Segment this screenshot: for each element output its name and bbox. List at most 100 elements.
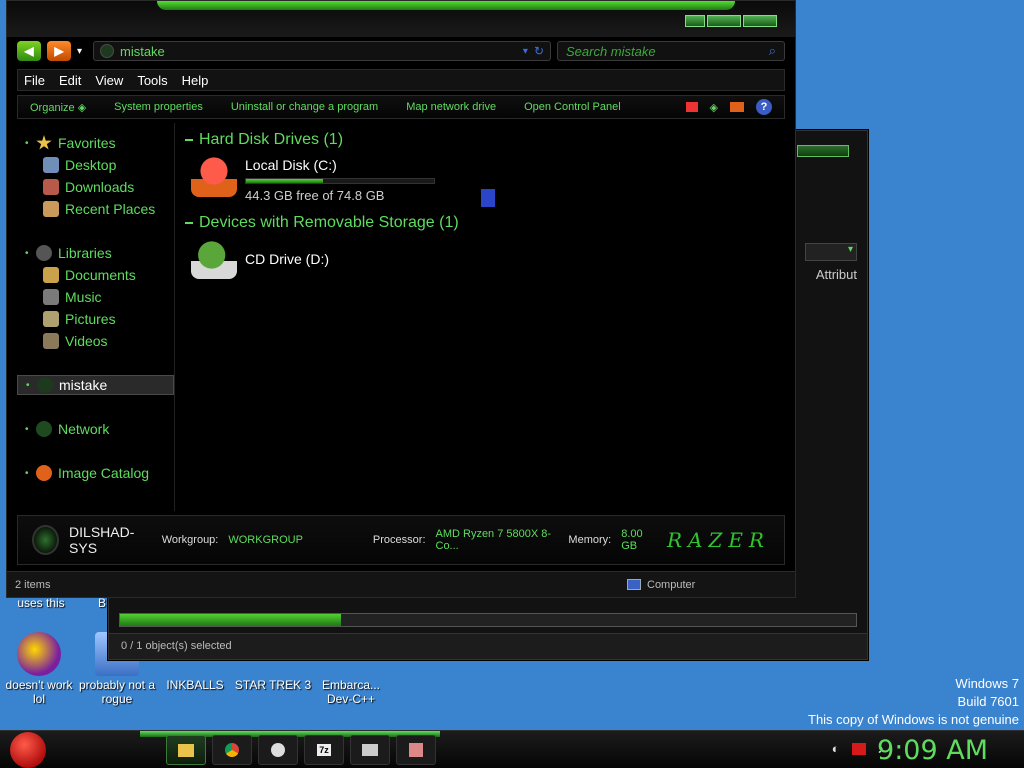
desktop-icon-yahoo[interactable]: doesn't work lol <box>0 632 78 706</box>
drive-d[interactable]: CD Drive (D:) <box>191 239 329 279</box>
back-window-dropdown[interactable]: ▾ <box>805 243 857 261</box>
help-icon[interactable]: ? <box>756 99 772 115</box>
drive-name: CD Drive (D:) <box>245 251 329 267</box>
back-window-column-header[interactable]: Attribut <box>816 267 857 282</box>
sidebar-item-network[interactable]: • Network <box>17 419 174 439</box>
sidebar-label: Videos <box>65 333 108 349</box>
sidebar-label: Documents <box>65 267 136 283</box>
taskbar-7zip-button[interactable]: 7z <box>304 735 344 765</box>
view-options-icon[interactable]: ◈ <box>710 101 718 114</box>
back-button[interactable]: ◀ <box>17 41 41 61</box>
address-dropdown-icon[interactable]: ▾ <box>523 46 528 57</box>
sidebar-item-music[interactable]: Music <box>17 287 174 307</box>
desktop-partial-text: uses this <box>17 596 65 610</box>
title-bar[interactable] <box>7 1 795 37</box>
search-icon[interactable]: ⌕ <box>769 43 776 59</box>
sidebar-item-documents[interactable]: Documents <box>17 265 174 285</box>
drive-usage-bar <box>245 178 435 184</box>
downloads-icon <box>43 179 59 195</box>
expand-icon[interactable]: • <box>26 380 31 391</box>
desktop-icon <box>43 157 59 173</box>
preview-pane-icon[interactable] <box>730 102 744 112</box>
razer-logo: RAZER <box>666 528 770 552</box>
sidebar-item-favorites[interactable]: • Favorites <box>17 133 174 153</box>
sidebar-label: Favorites <box>58 135 116 151</box>
desktop-icon-label: INKBALLS <box>166 678 224 692</box>
documents-icon <box>43 267 59 283</box>
desktop-partial-text-2: B <box>97 596 106 610</box>
forward-button[interactable]: ▶ <box>47 41 71 61</box>
file-list: Hard Disk Drives (1) Local Disk (C:) 44.… <box>177 123 785 511</box>
sidebar-item-desktop[interactable]: Desktop <box>17 155 174 175</box>
pictures-icon <box>43 311 59 327</box>
back-window-progress <box>119 613 857 627</box>
computer-name: DILSHAD-SYS <box>69 524 135 556</box>
music-icon <box>43 289 59 305</box>
sidebar-item-recent-places[interactable]: Recent Places <box>17 199 174 219</box>
sidebar-item-pictures[interactable]: Pictures <box>17 309 174 329</box>
group-removable-storage[interactable]: Devices with Removable Storage (1) <box>185 214 459 232</box>
drive-c[interactable]: Local Disk (C:) 44.3 GB free of 74.8 GB <box>191 157 435 203</box>
status-location: Computer <box>627 579 787 591</box>
organize-button[interactable]: Organize ◈ <box>30 101 86 114</box>
sidebar-item-image-catalog[interactable]: • Image Catalog <box>17 463 174 483</box>
chrome-icon <box>225 743 239 757</box>
system-properties-button[interactable]: System properties <box>114 101 203 113</box>
windows-watermark: Windows 7 Build 7601 This copy of Window… <box>808 676 1019 727</box>
workgroup-label: Workgroup: <box>161 534 219 546</box>
refresh-icon[interactable]: ↻ <box>534 44 544 58</box>
yahoo-icon <box>17 632 61 676</box>
minimize-button[interactable] <box>685 15 705 27</box>
sidebar-item-downloads[interactable]: Downloads <box>17 177 174 197</box>
cursor-icon <box>481 189 495 207</box>
group-label: Hard Disk Drives (1) <box>199 131 344 148</box>
taskbar-chrome-button[interactable] <box>212 735 252 765</box>
taskbar-app-button[interactable] <box>258 735 298 765</box>
sidebar-item-computer[interactable]: • mistake <box>17 375 174 395</box>
7zip-icon: 7z <box>317 744 331 756</box>
sidebar-label: Pictures <box>65 311 116 327</box>
open-control-panel-button[interactable]: Open Control Panel <box>524 101 621 113</box>
computer-icon <box>100 44 114 58</box>
close-button[interactable] <box>743 15 777 27</box>
change-view-icon[interactable] <box>685 102 698 112</box>
sidebar-item-libraries[interactable]: • Libraries <box>17 243 174 263</box>
workgroup-value: WORKGROUP <box>228 534 303 546</box>
cd-drive-icon <box>191 239 237 279</box>
recent-pages-dropdown[interactable]: ▾ <box>77 46 87 57</box>
start-button[interactable] <box>10 732 46 768</box>
tray-back-icon[interactable]: ◐ <box>832 741 840 756</box>
taskbar-computer-button[interactable] <box>350 735 390 765</box>
menu-help[interactable]: Help <box>182 73 209 88</box>
details-pane: DILSHAD-SYS Workgroup: WORKGROUP Process… <box>17 515 785 565</box>
menu-edit[interactable]: Edit <box>59 73 81 88</box>
drive-name: Local Disk (C:) <box>245 157 337 173</box>
uninstall-program-button[interactable]: Uninstall or change a program <box>231 101 378 113</box>
search-input[interactable]: Search mistake ⌕ <box>557 41 785 61</box>
sidebar-label: Network <box>58 421 110 437</box>
sidebar-label: Music <box>65 289 102 305</box>
expand-icon[interactable]: • <box>25 468 30 479</box>
expand-icon[interactable]: • <box>25 248 30 259</box>
sidebar-item-videos[interactable]: Videos <box>17 331 174 351</box>
explorer-window[interactable]: ◀ ▶ ▾ mistake ▾ ↻ Search mistake ⌕ File … <box>6 0 796 598</box>
address-bar[interactable]: mistake ▾ ↻ <box>93 41 551 61</box>
watermark-line-1: Windows 7 <box>955 676 1019 691</box>
menu-file[interactable]: File <box>24 73 45 88</box>
back-window-caption-buttons[interactable] <box>797 145 849 157</box>
group-hard-disk-drives[interactable]: Hard Disk Drives (1) <box>185 131 343 149</box>
map-network-drive-button[interactable]: Map network drive <box>406 101 496 113</box>
drive-usage-fill <box>246 179 324 183</box>
action-center-icon[interactable] <box>851 743 866 755</box>
clock[interactable]: 9:09 AM <box>877 735 988 766</box>
desktop-icon-label: STAR TREK 3 <box>234 678 312 692</box>
taskbar-explorer-button[interactable] <box>166 735 206 765</box>
menu-view[interactable]: View <box>95 73 123 88</box>
expand-icon[interactable]: • <box>25 138 30 149</box>
maximize-button[interactable] <box>707 15 741 27</box>
watermark-line-3: This copy of Windows is not genuine <box>808 712 1019 727</box>
taskbar-paint-button[interactable] <box>396 735 436 765</box>
expand-icon[interactable]: • <box>25 424 30 435</box>
menu-tools[interactable]: Tools <box>137 73 167 88</box>
computer-icon <box>32 525 60 555</box>
